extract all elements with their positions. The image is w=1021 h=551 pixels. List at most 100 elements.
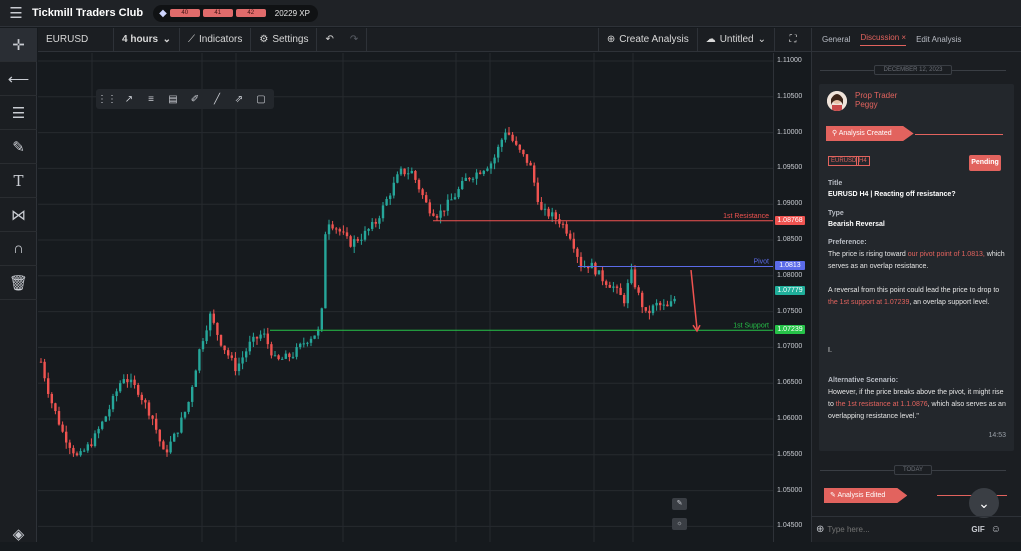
rectangle-tool-icon[interactable]: ▢ xyxy=(250,89,272,109)
candle-body xyxy=(291,356,295,358)
brush-tool-icon[interactable]: ✎ xyxy=(0,130,37,164)
candle-body xyxy=(173,433,176,442)
candle-body xyxy=(367,228,370,231)
xp-progress[interactable]: ◆ 40 41 42 20229 XP xyxy=(153,4,318,22)
redo-button[interactable]: ↷ xyxy=(342,27,368,52)
drawing-toolbar: ⋮⋮ ↗ ≡ ▤ ✐ ╱ ⇗ ▢ xyxy=(96,89,274,109)
magnet-icon[interactable]: ∩ xyxy=(0,232,37,266)
trash-icon[interactable]: 🗑 xyxy=(0,266,37,300)
position-tool-icon[interactable]: ▤ xyxy=(162,89,184,109)
drawing-sidebar: ✛ ⟵ ☰ ✎ T ⋈ ∩ 🗑 ◈ xyxy=(0,28,37,543)
candle-body xyxy=(579,256,583,268)
candle-body xyxy=(147,402,151,416)
pencil-icon: ✎ xyxy=(830,492,836,499)
candle-body xyxy=(461,180,464,190)
symbol-selector[interactable]: EURUSD xyxy=(38,27,114,52)
support-price-tag: 1.07239 xyxy=(775,325,805,334)
ribbon-label: Analysis Created xyxy=(838,130,892,137)
candle-body xyxy=(349,236,352,247)
candle-body xyxy=(633,269,637,288)
channel-tool-icon[interactable]: ≡ xyxy=(140,89,162,109)
pencil-icon[interactable]: ✎ xyxy=(672,498,687,510)
pen-tool-icon[interactable]: ✐ xyxy=(184,89,206,109)
candle-body xyxy=(191,386,194,402)
candle-body xyxy=(259,334,262,339)
tab-general[interactable]: General xyxy=(822,35,850,44)
candle-body xyxy=(623,295,626,304)
candle-body xyxy=(266,333,269,345)
price-tick-label: 1.09500 xyxy=(777,164,803,172)
interval-selector[interactable]: 4 hours ⌄ xyxy=(114,27,180,52)
candle-body xyxy=(432,213,435,216)
candle-body xyxy=(536,182,539,202)
candle-body xyxy=(637,287,640,293)
candle-body xyxy=(619,287,622,296)
level-badge: 40 xyxy=(169,9,200,17)
indicators-button[interactable]: ⟋ Indicators xyxy=(180,27,252,52)
analysis-created-ribbon: ⚲ Analysis Created xyxy=(826,126,914,141)
pattern-tool-icon[interactable]: ⋈ xyxy=(0,198,37,232)
fib-tool-icon[interactable]: ☰ xyxy=(0,96,37,130)
lightbulb-icon[interactable]: ☼ xyxy=(672,518,687,530)
ray-tool-icon[interactable]: ╱ xyxy=(206,89,228,109)
menu-icon[interactable]: ☰ xyxy=(0,4,32,22)
emoji-icon[interactable]: ☺ xyxy=(991,524,1001,535)
candle-body xyxy=(245,351,248,358)
candle-body xyxy=(248,341,251,352)
save-menu-button[interactable]: ☁ Untitled ⌄ xyxy=(698,27,775,52)
candle-body xyxy=(450,199,453,201)
drag-handle-icon[interactable]: ⋮⋮ xyxy=(96,89,118,109)
tab-discussion-label: Discussion xyxy=(860,33,900,42)
candle-body xyxy=(381,205,385,219)
candle-body xyxy=(90,444,93,447)
scroll-down-button[interactable]: ⌄ xyxy=(969,488,999,518)
measure-tool-icon[interactable]: ⇗ xyxy=(228,89,250,109)
candle-body xyxy=(50,393,53,404)
candle-body xyxy=(263,333,266,335)
tab-edit-analysis[interactable]: Edit Analysis xyxy=(916,35,961,44)
settings-button[interactable]: ⚙ Settings xyxy=(251,27,318,52)
candle-body xyxy=(54,403,57,412)
candle-body xyxy=(493,157,496,164)
add-icon[interactable]: ⊕ xyxy=(816,524,824,535)
author-name[interactable]: Peggy xyxy=(855,100,878,109)
candle-body xyxy=(525,154,529,163)
line-tool-icon[interactable]: ↗ xyxy=(118,89,140,109)
candle-body xyxy=(540,201,543,210)
candle-body xyxy=(93,433,97,447)
price-chart[interactable]: 1st Resistance Pivot 1st Support xyxy=(38,53,773,542)
candle-body xyxy=(273,355,277,357)
author-role: Prop Trader xyxy=(855,91,898,100)
avatar[interactable] xyxy=(827,91,847,111)
candle-body xyxy=(551,212,554,217)
chart-canvas[interactable]: 1st Resistance Pivot 1st Support xyxy=(38,53,773,542)
candle-body xyxy=(385,199,388,206)
candle-body xyxy=(353,239,356,247)
analysis-edited-ribbon: ✎ Analysis Edited xyxy=(824,488,908,503)
candle-body xyxy=(288,353,291,358)
close-icon[interactable]: × xyxy=(901,33,906,42)
candle-body xyxy=(389,195,392,200)
layers-icon[interactable]: ◈ xyxy=(0,517,37,551)
candle-body xyxy=(234,357,237,372)
candle-body xyxy=(68,442,71,448)
gif-button[interactable]: GIF xyxy=(971,525,984,534)
candle-body xyxy=(270,344,273,356)
analysis-panel: General Discussion × Edit Analysis DECEM… xyxy=(811,28,1021,542)
crosshair-tool-icon[interactable]: ✛ xyxy=(0,28,37,62)
candle-body xyxy=(453,197,457,200)
candle-body xyxy=(529,162,532,166)
horizontal-line-tool-icon[interactable]: ⟵ xyxy=(0,62,37,96)
create-analysis-button[interactable]: ⊕ Create Analysis xyxy=(597,27,698,52)
price-tick-label: 1.06500 xyxy=(777,379,803,387)
candle-body xyxy=(299,343,302,348)
candle-body xyxy=(410,170,413,174)
text-tool-icon[interactable]: T xyxy=(0,164,37,198)
candle-body xyxy=(115,391,118,396)
message-input[interactable] xyxy=(827,520,968,539)
candle-body xyxy=(201,341,205,350)
price-tick-label: 1.11000 xyxy=(777,57,802,64)
tab-discussion[interactable]: Discussion × xyxy=(860,33,907,46)
undo-button[interactable]: ↶ xyxy=(317,28,341,52)
fullscreen-icon[interactable]: ⛶ xyxy=(775,28,811,52)
